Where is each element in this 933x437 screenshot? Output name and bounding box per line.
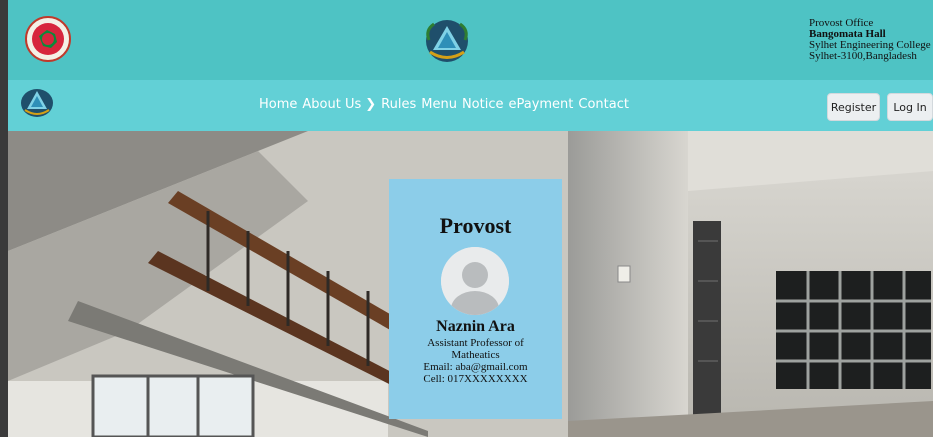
provost-cell: Cell: 017XXXXXXXX xyxy=(423,373,528,385)
register-button[interactable]: Register xyxy=(827,93,880,121)
card-title: Provost xyxy=(439,213,512,238)
hall-emblem-logo xyxy=(426,20,468,62)
nav-links: Home About Us ❯ Rules Menu Notice ePaymen… xyxy=(259,97,629,112)
government-seal-logo xyxy=(25,16,71,62)
provost-designation: Assistant Professor of Matheatics xyxy=(427,337,524,361)
nav-contact[interactable]: Contact xyxy=(578,97,629,112)
person-placeholder-icon xyxy=(441,247,509,315)
address: Sylhet-3100,Bangladesh xyxy=(809,50,917,62)
nav-epayment[interactable]: ePayment xyxy=(508,97,573,112)
nav-about-us[interactable]: About Us ❯ xyxy=(302,97,376,112)
provost-details: Assistant Professor of Matheatics Email:… xyxy=(411,337,540,385)
nav-notice[interactable]: Notice xyxy=(462,97,504,112)
navbar-logo[interactable] xyxy=(20,88,54,118)
avatar xyxy=(441,247,509,315)
office-info: Provost Office Bangomata Hall Sylhet Eng… xyxy=(809,18,931,62)
provost-name: Naznin Ara xyxy=(436,318,515,335)
nav-home[interactable]: Home xyxy=(259,97,297,112)
navbar: Home About Us ❯ Rules Menu Notice ePaymen… xyxy=(8,80,933,131)
provost-card: Provost Naznin Ara Assistant Professor o… xyxy=(389,179,562,419)
login-button[interactable]: Log In xyxy=(887,93,933,121)
nav-rules[interactable]: Rules xyxy=(381,97,416,112)
nav-menu[interactable]: Menu xyxy=(421,97,457,112)
top-header: Provost Office Bangomata Hall Sylhet Eng… xyxy=(8,0,933,80)
provost-email: Email: aba@gmail.com xyxy=(423,361,528,373)
chevron-down-icon: ❯ xyxy=(365,97,377,112)
